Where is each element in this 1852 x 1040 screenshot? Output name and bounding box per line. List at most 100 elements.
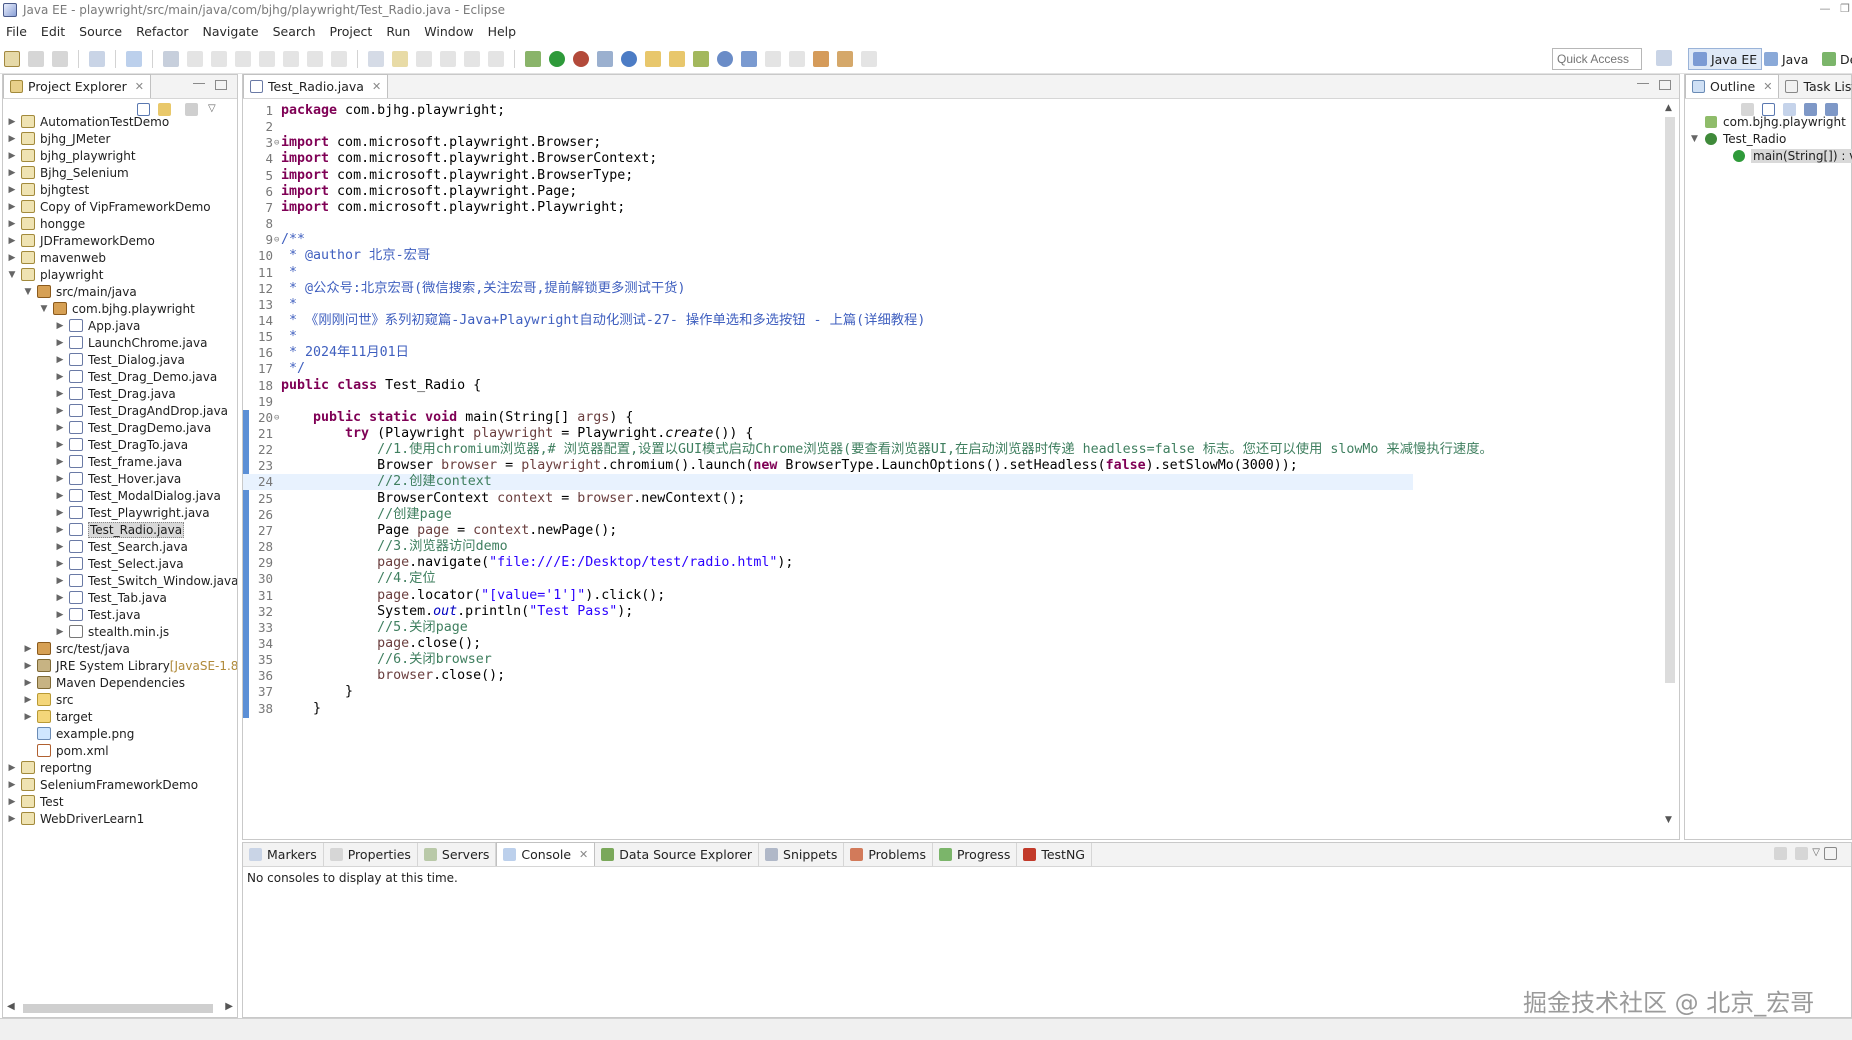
chevron-right-icon[interactable]: ▶ xyxy=(55,593,65,603)
code-line[interactable]: 27 Page page = context.newPage(); xyxy=(243,523,1413,539)
tree-item[interactable]: ▶ Test xyxy=(7,793,64,810)
tab-testng[interactable]: TestNG xyxy=(1017,843,1092,866)
scrollbar-thumb[interactable] xyxy=(23,1004,213,1013)
previous-annotation-icon[interactable] xyxy=(789,50,805,67)
tree-item[interactable]: ▶ bjhg_playwright xyxy=(7,147,136,164)
tree-item[interactable]: ▶ src xyxy=(23,691,74,708)
tab-problems[interactable]: Problems xyxy=(844,843,933,866)
step-into-icon[interactable] xyxy=(283,50,299,67)
perspective-java[interactable]: Java xyxy=(1760,48,1812,70)
close-icon[interactable]: ✕ xyxy=(1763,80,1772,93)
code-line[interactable]: 32 System.out.println("Test Pass"); xyxy=(243,604,1413,620)
chevron-right-icon[interactable]: ▶ xyxy=(7,253,17,263)
format-icon[interactable] xyxy=(488,50,504,67)
tree-item[interactable]: ▼ playwright xyxy=(7,266,104,283)
tree-item[interactable]: ▶ Test_DragTo.java xyxy=(55,436,189,453)
chevron-right-icon[interactable]: ▶ xyxy=(23,644,33,654)
tree-item[interactable]: ▶ Test_Playwright.java xyxy=(55,504,210,521)
chevron-right-icon[interactable]: ▶ xyxy=(7,797,17,807)
chevron-right-icon[interactable]: ▶ xyxy=(7,780,17,790)
new-icon[interactable] xyxy=(4,50,20,67)
code-line[interactable]: 24 //2.创建context xyxy=(243,474,1413,491)
menu-run[interactable]: Run xyxy=(386,24,410,39)
chevron-right-icon[interactable]: ▶ xyxy=(55,389,65,399)
run-icon[interactable] xyxy=(549,50,565,67)
tree-item[interactable]: ▶ hongge xyxy=(7,215,86,232)
scrollbar-thumb[interactable] xyxy=(1665,117,1675,683)
web-service-icon[interactable] xyxy=(741,50,757,67)
web-browser-icon[interactable] xyxy=(717,50,733,67)
tree-item[interactable]: pom.xml xyxy=(23,742,109,759)
fold-icon[interactable]: ⊖ xyxy=(274,410,279,426)
chevron-right-icon[interactable]: ▶ xyxy=(55,338,65,348)
chevron-right-icon[interactable]: ▶ xyxy=(55,576,65,586)
open-type-icon[interactable] xyxy=(645,50,661,67)
menu-refactor[interactable]: Refactor xyxy=(136,24,188,39)
open-console-icon[interactable] xyxy=(1795,847,1809,860)
print-icon[interactable] xyxy=(89,50,105,67)
code-line[interactable]: 23 Browser browser = playwright.chromium… xyxy=(243,458,1413,474)
back-icon[interactable] xyxy=(837,50,853,67)
tree-item[interactable]: ▶ reportng xyxy=(7,759,92,776)
code-line[interactable]: 11 * xyxy=(243,265,1413,281)
code-line[interactable]: 3 ⊖ import com.microsoft.playwright.Browse… xyxy=(243,135,1413,151)
minimize-panel-icon[interactable] xyxy=(193,83,205,85)
code-line[interactable]: 28 //3.浏览器访问demo xyxy=(243,539,1413,555)
chevron-right-icon[interactable]: ▶ xyxy=(55,542,65,552)
tree-item[interactable]: ▶ Maven Dependencies xyxy=(23,674,185,691)
forward-icon[interactable] xyxy=(861,50,877,67)
tree-item[interactable]: ▶ target xyxy=(23,708,93,725)
chevron-right-icon[interactable]: ▶ xyxy=(55,491,65,501)
terminate-icon[interactable] xyxy=(235,50,251,67)
tree-item[interactable]: ▶ Test_Radio.java xyxy=(55,521,185,538)
code-line[interactable]: 18 public class Test_Radio { xyxy=(243,378,1413,394)
tree-item[interactable]: ▶ bjhg_JMeter xyxy=(7,130,111,147)
chevron-right-icon[interactable]: ▶ xyxy=(55,372,65,382)
tree-item[interactable]: ▶ LaunchChrome.java xyxy=(55,334,208,351)
chevron-down-icon[interactable]: ▼ xyxy=(23,287,33,297)
tree-item[interactable]: ▶ Test_DragDemo.java xyxy=(55,419,212,436)
code-line[interactable]: 12 * @公众号:北京宏哥(微信搜索,关注宏哥,提前解锁更多测试干货) xyxy=(243,281,1413,297)
close-icon[interactable]: ✕ xyxy=(135,80,144,93)
tab-test-radio-java[interactable]: Test_Radio.java ✕ xyxy=(243,74,389,98)
new-java-project-icon[interactable] xyxy=(621,50,637,67)
search-icon[interactable] xyxy=(693,50,709,67)
close-icon[interactable]: ✕ xyxy=(372,80,381,93)
fold-icon[interactable]: ⊖ xyxy=(274,135,279,151)
code-line[interactable]: 26 //创建page xyxy=(243,507,1413,523)
tree-item[interactable]: ▶ App.java xyxy=(55,317,141,334)
perspective-java-ee[interactable]: Java EE xyxy=(1688,48,1763,70)
code-line[interactable]: 6 import com.microsoft.playwright.Page; xyxy=(243,184,1413,200)
save-icon[interactable] xyxy=(28,50,44,67)
step-return-icon[interactable] xyxy=(331,50,347,67)
scroll-up-icon[interactable]: ▲ xyxy=(1665,103,1672,113)
chevron-right-icon[interactable]: ▶ xyxy=(55,423,65,433)
tab-progress[interactable]: Progress xyxy=(933,843,1018,866)
resume-icon[interactable] xyxy=(187,50,203,67)
menu-window[interactable]: Window xyxy=(424,24,473,39)
tree-item[interactable]: ▶ Test.java xyxy=(55,606,141,623)
tab-task-list[interactable]: Task List xyxy=(1779,75,1852,98)
tree-item[interactable]: ▶ mavenweb xyxy=(7,249,106,266)
code-line[interactable]: 36 browser.close(); xyxy=(243,668,1413,684)
open-task-icon[interactable] xyxy=(669,50,685,67)
whitespace-icon[interactable] xyxy=(440,50,456,67)
tree-item[interactable]: ▶ WebDriverLearn1 xyxy=(7,810,145,827)
open-console-icon[interactable] xyxy=(126,50,142,67)
word-wrap-icon[interactable] xyxy=(416,50,432,67)
code-line[interactable]: 20 ⊖ public static void main(String[] arg… xyxy=(243,410,1413,426)
chevron-right-icon[interactable]: ▶ xyxy=(23,712,33,722)
display-console-icon[interactable] xyxy=(1774,847,1788,860)
chevron-right-icon[interactable]: ▶ xyxy=(55,508,65,518)
chevron-right-icon[interactable]: ▶ xyxy=(7,219,17,229)
chevron-right-icon[interactable]: ▶ xyxy=(55,559,65,569)
tree-item[interactable]: ▶ JRE System Library [JavaSE-1.8] xyxy=(23,657,237,674)
scroll-left-icon[interactable]: ◀ xyxy=(7,1001,15,1012)
menu-search[interactable]: Search xyxy=(273,24,316,39)
chevron-right-icon[interactable]: ▶ xyxy=(55,457,65,467)
chevron-right-icon[interactable]: ▶ xyxy=(7,117,17,127)
tree-item[interactable]: ▶ Test_Switch_Window.java xyxy=(55,572,237,589)
maximize-panel-icon[interactable] xyxy=(215,80,227,90)
chevron-down-icon[interactable]: ▼ xyxy=(39,304,49,314)
toggle-block-icon[interactable] xyxy=(368,50,384,67)
